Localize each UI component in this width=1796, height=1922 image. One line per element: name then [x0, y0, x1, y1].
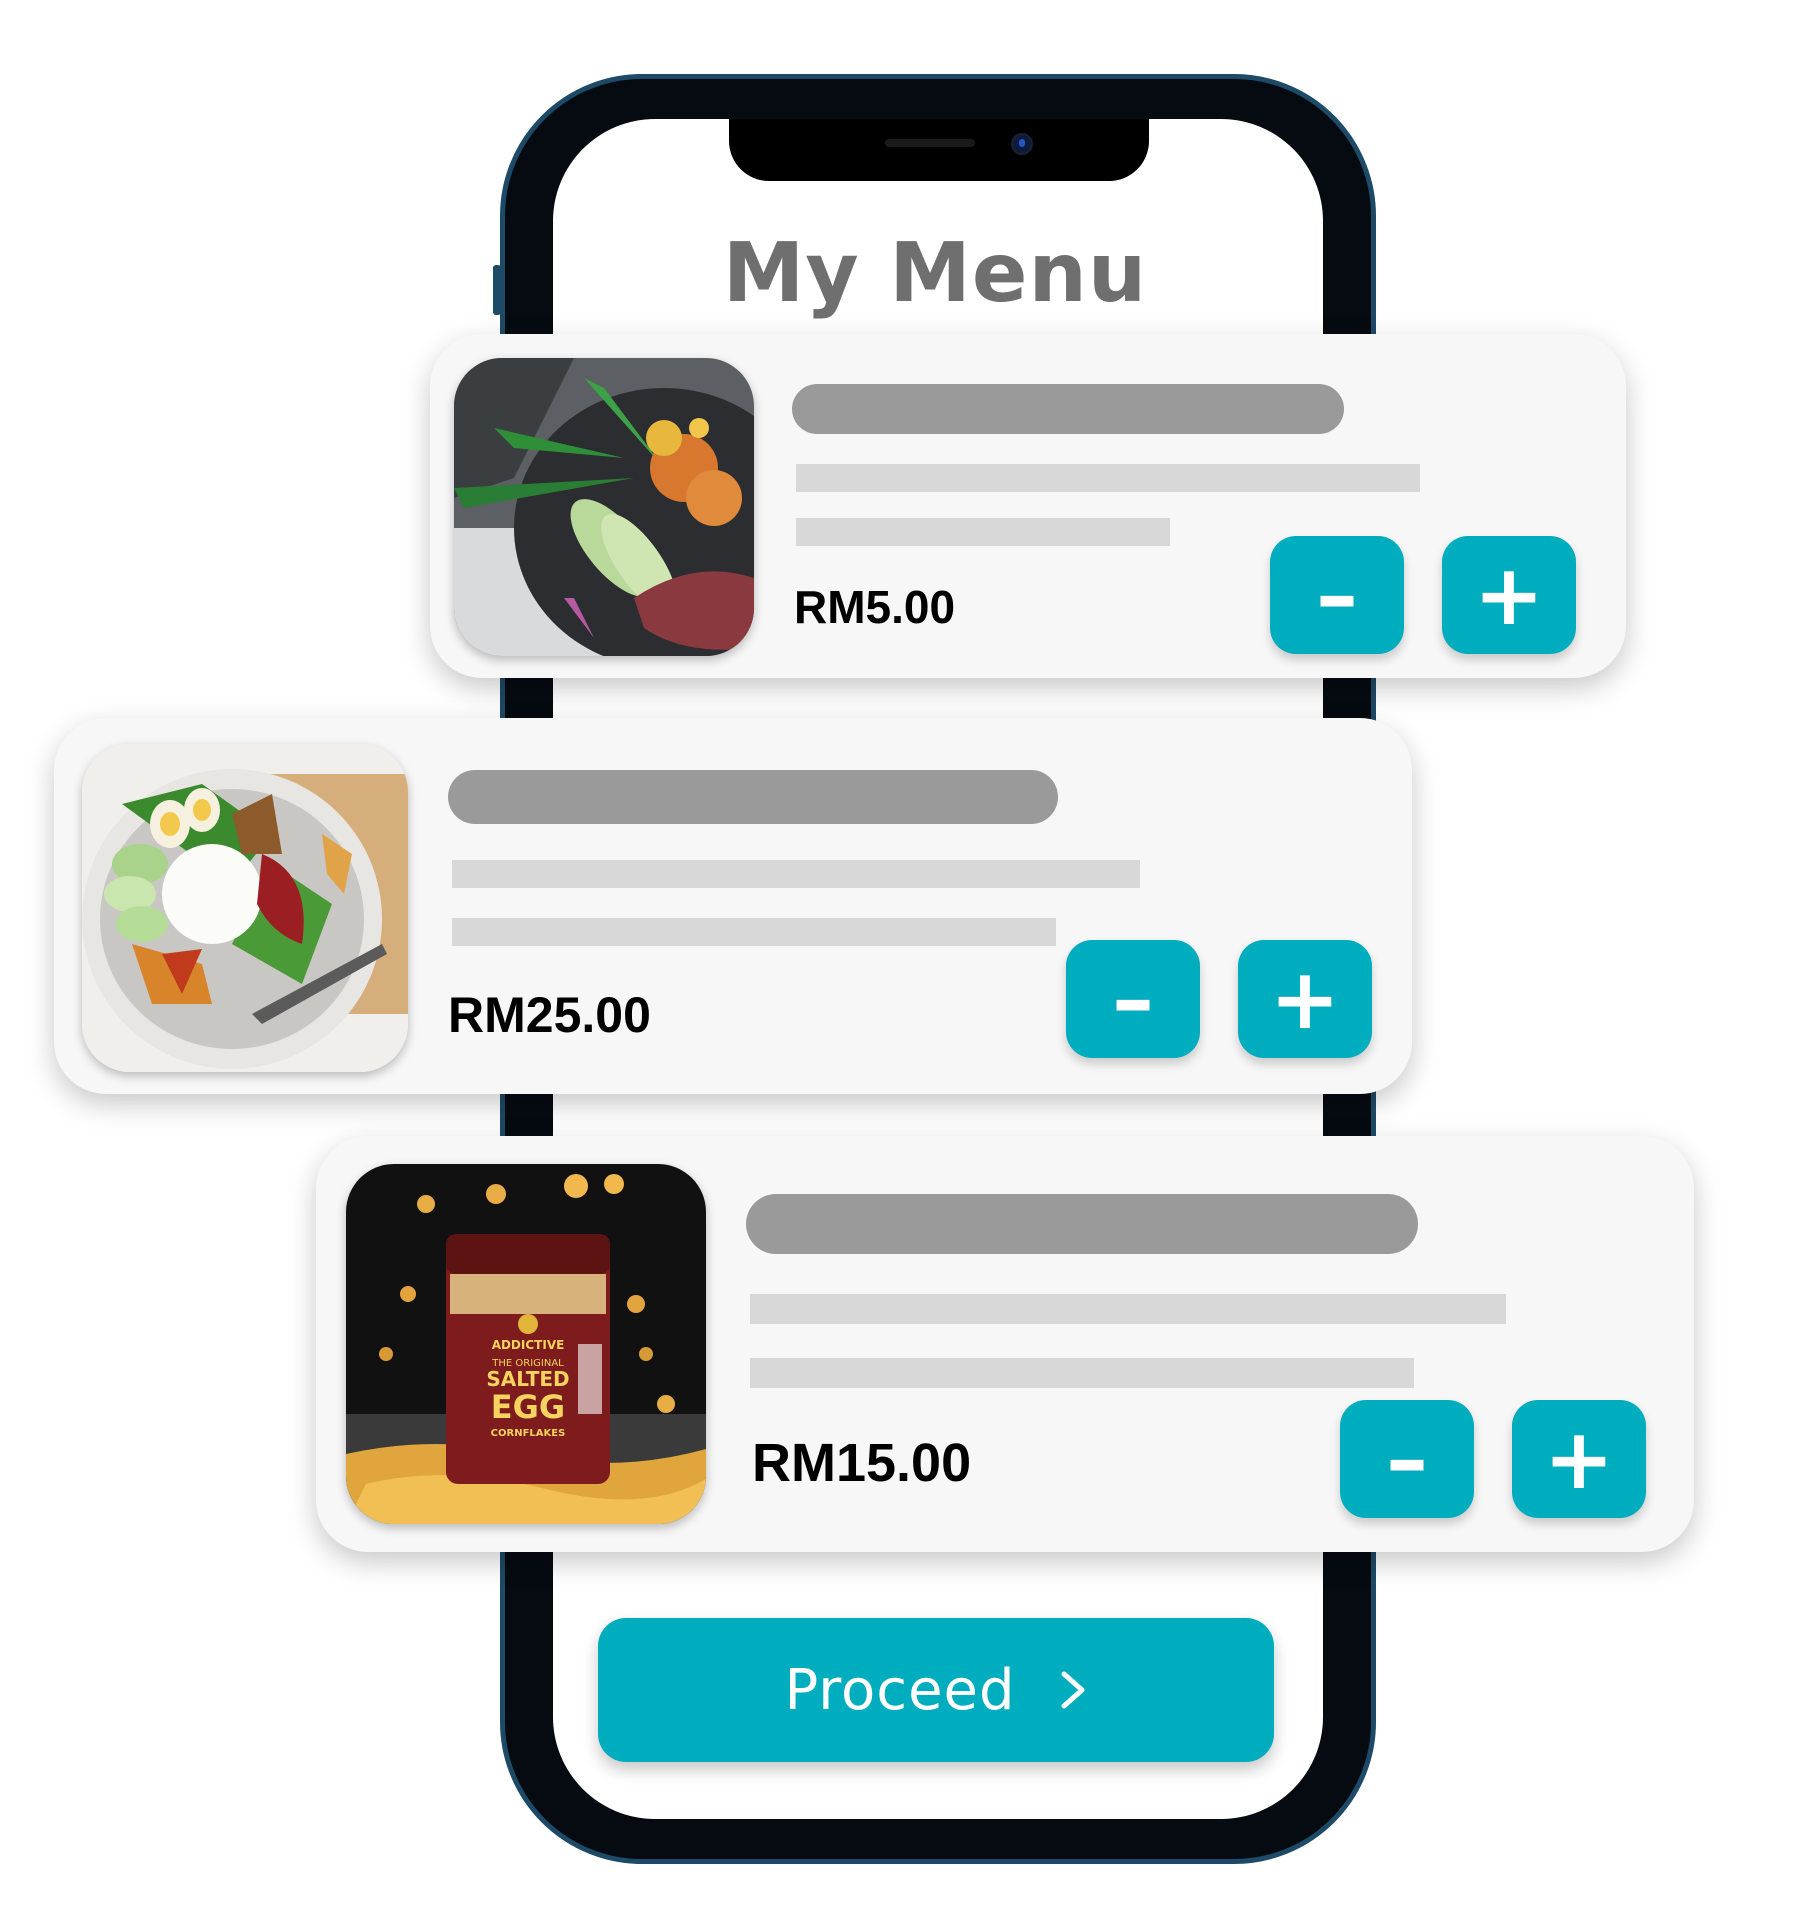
speaker-grille: [885, 139, 975, 147]
item-description-placeholder: [796, 518, 1170, 546]
item-description-placeholder: [796, 464, 1420, 492]
item-name-placeholder: [792, 384, 1344, 434]
decrease-quantity-button[interactable]: –: [1270, 536, 1404, 654]
item-price: RM15.00: [752, 1433, 972, 1493]
phone-notch: [729, 119, 1149, 181]
item-description-placeholder: [750, 1294, 1506, 1324]
proceed-button[interactable]: Proceed: [598, 1618, 1274, 1762]
menu-item-image[interactable]: [82, 744, 408, 1072]
item-description-placeholder: [452, 918, 1056, 946]
menu-item-card: ADDICTIVE THE ORIGINAL SALTED EGG CORNFL…: [316, 1136, 1694, 1552]
item-description-placeholder: [750, 1358, 1414, 1388]
increase-quantity-button[interactable]: +: [1442, 536, 1576, 654]
decrease-quantity-button[interactable]: –: [1066, 940, 1200, 1058]
menu-item-image[interactable]: [454, 358, 754, 656]
salted-egg-cornflakes-jar-photo: ADDICTIVE THE ORIGINAL SALTED EGG CORNFL…: [346, 1164, 706, 1524]
item-name-placeholder: [448, 770, 1058, 824]
increase-quantity-button[interactable]: +: [1238, 940, 1372, 1058]
item-name-placeholder: [746, 1194, 1418, 1254]
menu-item-card: RM5.00 – +: [430, 334, 1626, 678]
item-description-placeholder: [452, 860, 1140, 888]
decrease-quantity-button[interactable]: –: [1340, 1400, 1474, 1518]
jar-label-brand: ADDICTIVE: [492, 1338, 565, 1352]
jar-label-line3: EGG: [491, 1388, 565, 1426]
chevron-right-icon: [1061, 1671, 1085, 1709]
menu-item-image[interactable]: ADDICTIVE THE ORIGINAL SALTED EGG CORNFL…: [346, 1164, 706, 1524]
poke-bowl-photo: [454, 358, 754, 656]
item-price: RM5.00: [794, 581, 956, 633]
increase-quantity-button[interactable]: +: [1512, 1400, 1646, 1518]
page-title: My Menu: [722, 226, 1148, 321]
menu-item-card: RM25.00 – +: [54, 718, 1412, 1094]
front-camera-icon: [1011, 133, 1033, 155]
nasi-lemak-photo: [82, 744, 408, 1072]
proceed-button-label: Proceed: [784, 1657, 1016, 1723]
jar-label-line4: CORNFLAKES: [491, 1428, 566, 1439]
item-price: RM25.00: [448, 987, 651, 1043]
